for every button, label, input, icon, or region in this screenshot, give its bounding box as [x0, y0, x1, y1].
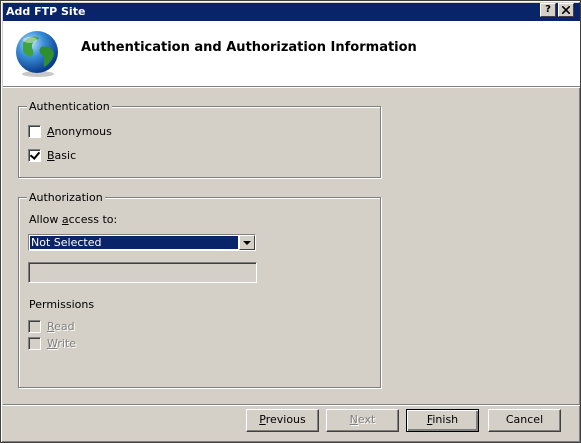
- anonymous-checkbox[interactable]: [28, 124, 41, 138]
- users-input: [28, 262, 257, 283]
- authentication-group: Authentication Anonymous Basic: [18, 100, 381, 178]
- page-title: Authentication and Authorization Informa…: [81, 40, 417, 55]
- read-checkbox-row: Read: [28, 318, 75, 334]
- authentication-legend: Authentication: [27, 100, 112, 113]
- anonymous-label: Anonymous: [47, 124, 112, 138]
- write-checkbox-row: Write: [28, 335, 76, 351]
- footer-divider: [3, 404, 580, 406]
- cancel-button[interactable]: Cancel: [488, 409, 561, 432]
- title-bar[interactable]: Add FTP Site: [3, 3, 580, 21]
- read-checkbox: [28, 319, 41, 333]
- close-button[interactable]: [558, 3, 574, 17]
- authorization-legend: Authorization: [27, 191, 105, 204]
- basic-label: Basic: [47, 148, 77, 162]
- basic-checkbox[interactable]: [28, 148, 41, 162]
- help-button[interactable]: ?: [540, 3, 556, 17]
- anonymous-checkbox-row[interactable]: Anonymous: [28, 123, 112, 139]
- allow-access-dropdown[interactable]: Not Selected: [28, 234, 256, 251]
- wizard-header: Authentication and Authorization Informa…: [3, 21, 580, 88]
- read-label: Read: [47, 319, 75, 333]
- write-checkbox: [28, 336, 41, 350]
- previous-button[interactable]: Previous: [246, 409, 319, 432]
- add-ftp-site-dialog: Add FTP Site ? Authentication and Author…: [0, 0, 581, 443]
- allow-access-label: Allow access to:: [29, 213, 118, 226]
- write-label: Write: [47, 336, 77, 350]
- allow-access-selected-value: Not Selected: [30, 236, 238, 249]
- close-icon: [561, 5, 571, 15]
- next-button: Next: [326, 409, 399, 432]
- basic-checkbox-row[interactable]: Basic: [28, 147, 76, 163]
- permissions-label: Permissions: [29, 298, 95, 311]
- globe-icon: [16, 31, 58, 77]
- window-title: Add FTP Site: [6, 5, 86, 18]
- finish-button[interactable]: Finish: [406, 409, 479, 432]
- chevron-down-icon[interactable]: [239, 235, 255, 250]
